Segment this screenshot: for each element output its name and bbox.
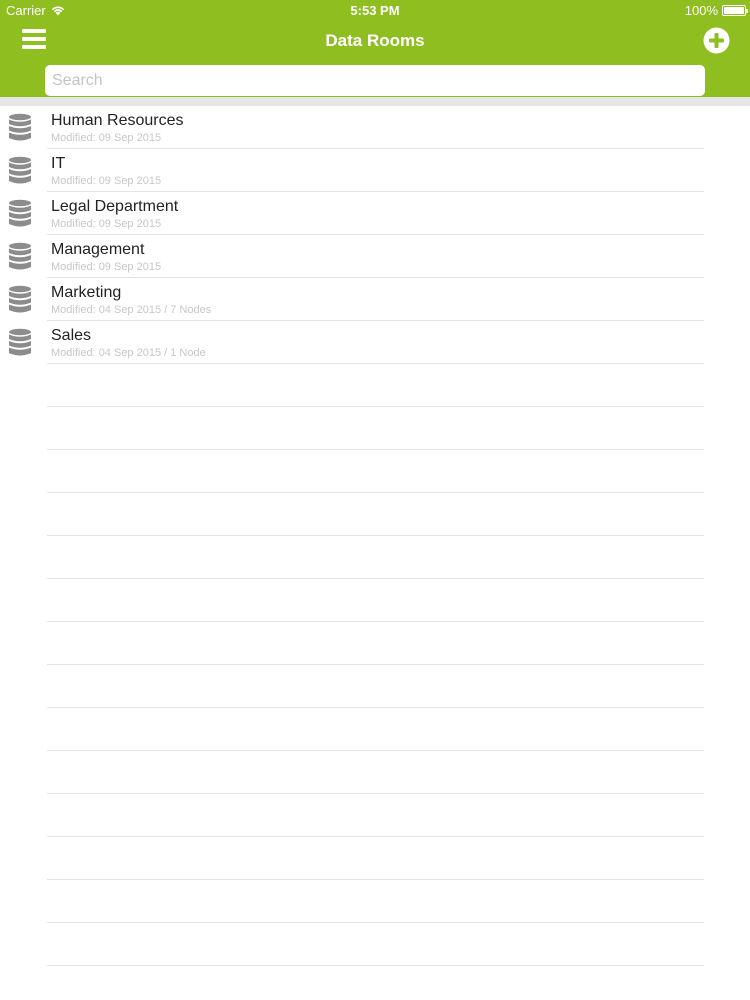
- empty-row: [0, 837, 750, 880]
- battery-indicator: 100%: [684, 3, 748, 18]
- battery-percent: 100%: [684, 3, 718, 18]
- data-room-modified: Modified: 09 Sep 2015: [51, 132, 162, 144]
- navigation-bar: Data Rooms: [0, 20, 750, 62]
- database-icon: [9, 242, 31, 270]
- battery-icon: [722, 5, 748, 16]
- empty-row: [0, 450, 750, 493]
- database-icon: [9, 156, 31, 184]
- empty-row: [0, 794, 750, 837]
- data-room-item[interactable]: Sales Modified: 04 Sep 2015 / 1 Node: [0, 321, 750, 364]
- data-room-item[interactable]: Management Modified: 09 Sep 2015: [0, 235, 750, 278]
- data-room-name: IT: [51, 155, 66, 172]
- data-room-name: Management: [51, 241, 145, 258]
- empty-row: [0, 880, 750, 923]
- data-room-name: Marketing: [51, 284, 122, 301]
- data-room-item[interactable]: Marketing Modified: 04 Sep 2015 / 7 Node…: [0, 278, 750, 321]
- row-divider: [47, 965, 704, 966]
- data-room-modified: Modified: 09 Sep 2015: [51, 218, 162, 230]
- data-room-modified: Modified: 04 Sep 2015 / 1 Node: [51, 347, 206, 359]
- empty-row: [0, 751, 750, 794]
- empty-list-area: [0, 364, 750, 966]
- data-room-modified: Modified: 09 Sep 2015: [51, 261, 162, 273]
- data-room-item[interactable]: Human Resources Modified: 09 Sep 2015: [0, 106, 750, 149]
- empty-row: [0, 364, 750, 407]
- data-room-modified: Modified: 09 Sep 2015: [51, 175, 162, 187]
- data-room-item[interactable]: Legal Department Modified: 09 Sep 2015: [0, 192, 750, 235]
- page-title: Data Rooms: [325, 31, 425, 50]
- empty-row: [0, 923, 750, 966]
- data-room-modified: Modified: 04 Sep 2015 / 7 Nodes: [51, 304, 212, 316]
- empty-row: [0, 708, 750, 751]
- search-bar: [0, 62, 750, 106]
- empty-row: [0, 579, 750, 622]
- empty-row: [0, 493, 750, 536]
- data-room-item[interactable]: IT Modified: 09 Sep 2015: [0, 149, 750, 192]
- add-room-button[interactable]: [703, 27, 730, 54]
- database-icon: [9, 328, 31, 356]
- search-input[interactable]: [45, 65, 705, 96]
- database-icon: [9, 199, 31, 227]
- database-icon: [9, 113, 31, 141]
- data-room-name: Sales: [51, 327, 92, 344]
- clock: 5:53 PM: [350, 3, 400, 18]
- data-room-name: Human Resources: [51, 112, 184, 129]
- data-room-list: Human Resources Modified: 09 Sep 2015 IT…: [0, 106, 750, 364]
- empty-row: [0, 407, 750, 450]
- status-bar: Carrier 5:53 PM 100%: [0, 0, 750, 20]
- empty-row: [0, 665, 750, 708]
- database-icon: [9, 285, 31, 313]
- empty-row: [0, 622, 750, 665]
- empty-row: [0, 536, 750, 579]
- data-room-name: Legal Department: [51, 198, 179, 215]
